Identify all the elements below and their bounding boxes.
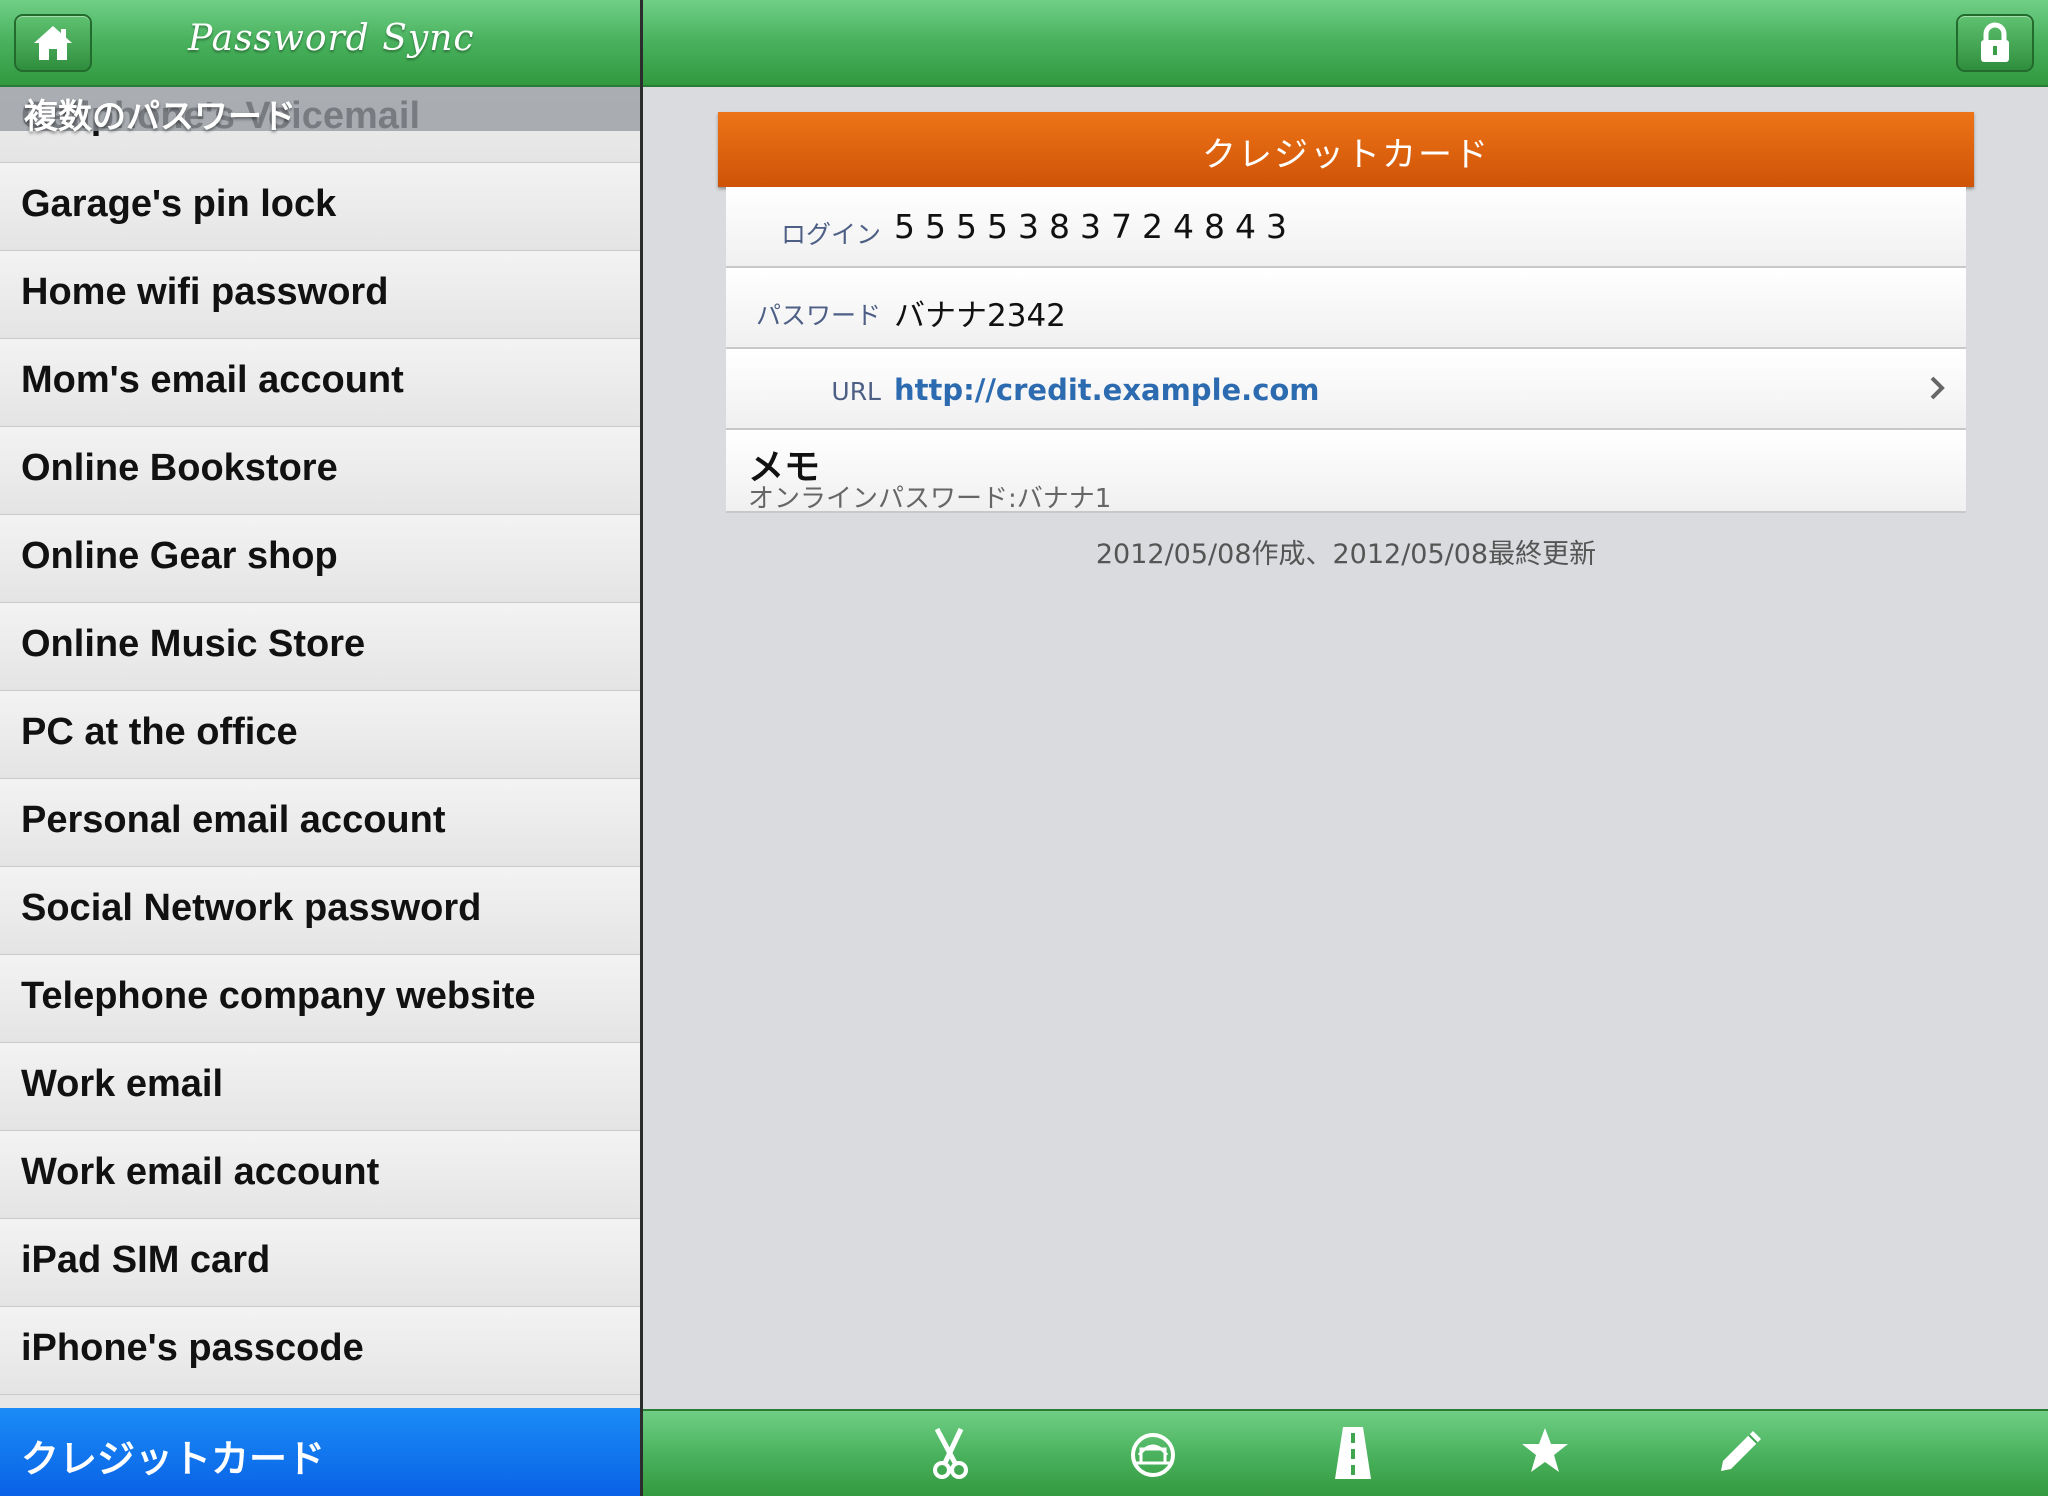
password-value: バナナ2342 [894,298,1066,334]
star-icon [1522,1428,1568,1472]
list-item[interactable]: Personal email account [0,779,640,867]
edit-button[interactable] [1711,1425,1771,1485]
list-item-selected[interactable]: クレジットカード [0,1408,640,1496]
memo-field[interactable]: メモ オンラインパスワード:バナナ1 [726,430,1966,514]
app-title: Password Sync [188,18,475,59]
pencil-icon [1721,1431,1761,1471]
list-item[interactable]: Garage's pin lock [0,163,640,251]
login-field[interactable]: ログイン 5555383724843 [726,187,1966,268]
list-item[interactable]: iPhone's passcode [0,1307,640,1395]
list-item[interactable]: Home wifi password [0,251,640,339]
chevron-right-icon [1930,376,1945,400]
url-field[interactable]: URL http://credit.example.com [726,349,1966,430]
favorite-button[interactable] [1515,1425,1575,1485]
section-header-label: 複数のパスワード [24,97,296,137]
sidebar-nav-bar: Password Sync [0,0,640,87]
section-header: 複数のパスワード [0,87,640,137]
road-button[interactable] [1323,1425,1383,1485]
scissors-icon [933,1427,968,1479]
sync-icon [1131,1433,1175,1477]
entry-fields: ログイン 5555383724843 パスワード バナナ2342 URL htt… [726,187,1966,514]
list-item[interactable]: PC at the office [0,691,640,779]
sidebar: Cellphone's Voicemail Garage's pin lock … [0,0,640,1496]
detail-view: クレジットカード ログイン 5555383724843 パスワード バナナ234… [643,87,2048,1409]
list-item[interactable]: Online Gear shop [0,515,640,603]
url-link[interactable]: http://credit.example.com [894,373,1320,407]
list-item[interactable]: Mom's email account [0,339,640,427]
home-button[interactable] [14,14,92,72]
list-item[interactable]: Work email account [0,1131,640,1219]
password-field[interactable]: パスワード バナナ2342 [726,268,1966,349]
bottom-toolbar [643,1409,2048,1496]
road-icon [1335,1427,1371,1479]
url-label: URL [831,377,881,406]
list-item[interactable]: Online Bookstore [0,427,640,515]
list-item[interactable]: Telephone company website [0,955,640,1043]
list-item[interactable]: Work email [0,1043,640,1131]
login-label: ログイン [780,220,881,249]
home-icon [34,26,72,60]
entry-title-bar: クレジットカード [718,112,1974,187]
lock-button[interactable] [1956,14,2034,72]
entry-title: クレジットカード [1202,135,1490,175]
list-item[interactable]: Online Music Store [0,603,640,691]
timestamps: 2012/05/08作成、2012/05/08最終更新 [1095,539,1597,570]
sync-button[interactable] [1123,1425,1183,1485]
detail-nav-bar [643,0,2048,87]
lock-icon [1981,22,2009,62]
cut-button[interactable] [920,1425,980,1485]
memo-text: オンラインパスワード:バナナ1 [748,484,1112,514]
list-item[interactable]: Social Network password [0,867,640,955]
password-label: パスワード [755,301,881,330]
list-item[interactable]: iPad SIM card [0,1219,640,1307]
login-value: 5555383724843 [894,207,1297,246]
